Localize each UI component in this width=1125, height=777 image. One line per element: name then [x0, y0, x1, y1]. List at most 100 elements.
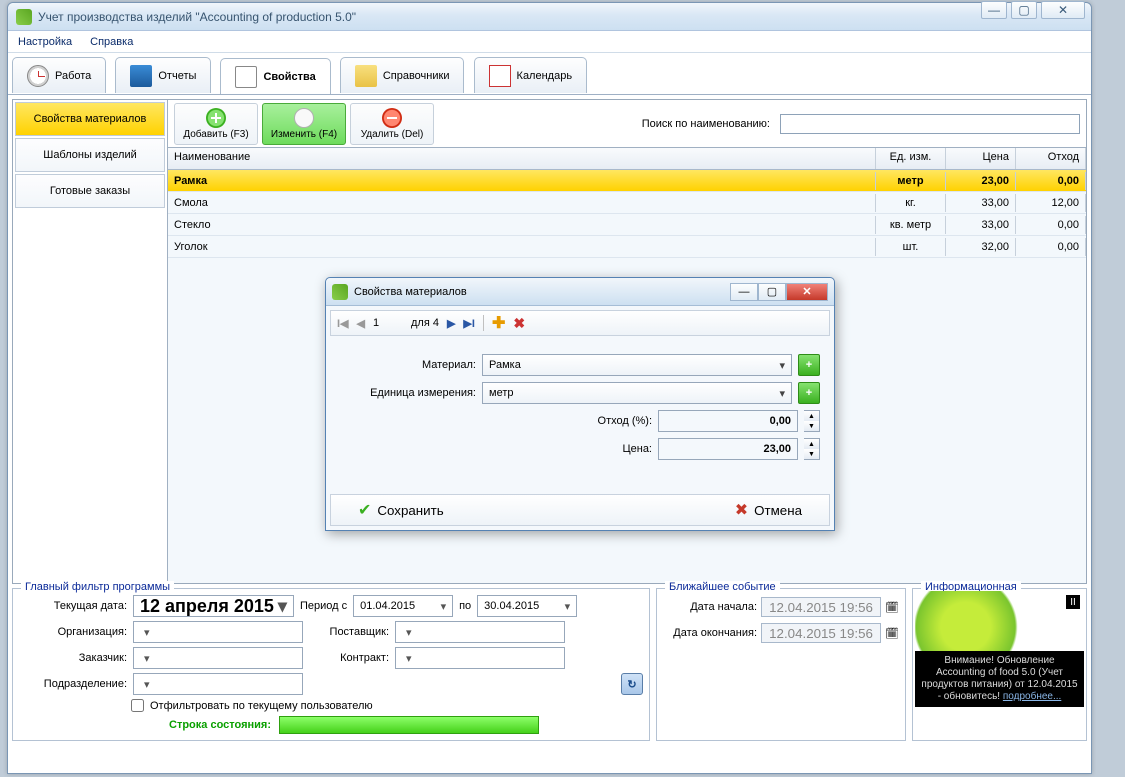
calendar-icon[interactable]: 🗓: [885, 601, 899, 614]
price-input[interactable]: 23,00: [658, 438, 798, 460]
sidebar-item-orders[interactable]: Готовые заказы: [15, 174, 165, 208]
table-row[interactable]: Стеклокв. метр33,000,00: [168, 214, 1086, 236]
org-label: Организация:: [19, 626, 127, 638]
customer-label: Заказчик:: [19, 652, 127, 664]
customer-select[interactable]: [133, 647, 303, 669]
nav-next-button[interactable]: ▶: [447, 317, 455, 330]
col-unit[interactable]: Ед. изм.: [876, 148, 946, 169]
dialog-maximize-button[interactable]: ▢: [758, 283, 786, 301]
table-row[interactable]: Смолакг.33,0012,00: [168, 192, 1086, 214]
date-from-picker[interactable]: 01.04.2015: [353, 595, 453, 617]
pause-button[interactable]: II: [1066, 595, 1080, 609]
supplier-label: Поставщик:: [309, 626, 389, 638]
clock-icon: [27, 65, 49, 87]
search-label: Поиск по наименованию:: [642, 118, 770, 130]
nav-first-button[interactable]: I◀: [337, 317, 349, 330]
refresh-button[interactable]: ↻: [621, 673, 643, 695]
filter-user-label: Отфильтровать по текущему пользователю: [150, 700, 373, 712]
add-button[interactable]: Добавить (F3): [174, 103, 258, 145]
status-bar: [279, 716, 539, 734]
minimize-button[interactable]: —: [981, 1, 1007, 19]
col-price[interactable]: Цена: [946, 148, 1016, 169]
event-end-value: [761, 623, 881, 643]
material-select[interactable]: Рамка: [482, 354, 792, 376]
col-waste[interactable]: Отход: [1016, 148, 1086, 169]
edit-button[interactable]: Изменить (F4): [262, 103, 346, 145]
supplier-select[interactable]: [395, 621, 565, 643]
current-date-picker[interactable]: 12 апреля 2015: [133, 595, 294, 617]
event-panel: Ближайшее событие Дата начала:🗓 Дата око…: [656, 588, 906, 741]
contract-select[interactable]: [395, 647, 565, 669]
titlebar[interactable]: Учет производства изделий "Accounting of…: [8, 3, 1091, 31]
material-label: Материал:: [340, 359, 476, 371]
nav-add-button[interactable]: ✚: [492, 313, 505, 333]
contract-label: Контракт:: [309, 652, 389, 664]
filter-panel: Главный фильтр программы Текущая дата: 1…: [12, 588, 650, 741]
app-icon: [332, 284, 348, 300]
add-material-button[interactable]: +: [798, 354, 820, 376]
dialog-close-button[interactable]: ✕: [786, 283, 828, 301]
event-start-label: Дата начала:: [663, 601, 757, 613]
reports-icon: [130, 65, 152, 87]
dialog-navigator: I◀ ◀ 1 для 4 ▶ ▶I ✚ ✖: [330, 310, 830, 336]
sidebar: Свойства материалов Шаблоны изделий Гото…: [13, 100, 168, 583]
to-label: по: [459, 600, 471, 612]
app-icon: [16, 9, 32, 25]
col-name[interactable]: Наименование: [168, 148, 876, 169]
close-button[interactable]: ✕: [1041, 1, 1085, 19]
price-spinner[interactable]: ▲▼: [804, 438, 820, 460]
save-button[interactable]: ✔Сохранить: [343, 498, 459, 522]
nav-last-button[interactable]: ▶I: [463, 317, 475, 330]
info-image: II: [915, 591, 1084, 651]
table-row[interactable]: Рамкаметр23,000,00: [168, 170, 1086, 192]
waste-spinner[interactable]: ▲▼: [804, 410, 820, 432]
waste-input[interactable]: 0,00: [658, 410, 798, 432]
window-title: Учет производства изделий "Accounting of…: [38, 10, 356, 24]
add-unit-button[interactable]: +: [798, 382, 820, 404]
filter-title: Главный фильтр программы: [21, 581, 174, 593]
calendar-icon[interactable]: 🗓: [885, 627, 899, 640]
maximize-button[interactable]: ▢: [1011, 1, 1037, 19]
tab-work[interactable]: Работа: [12, 57, 106, 93]
dialog-titlebar[interactable]: Свойства материалов — ▢ ✕: [326, 278, 834, 306]
dept-select[interactable]: [133, 673, 303, 695]
nav-total: для 4: [411, 317, 439, 329]
sidebar-item-templates[interactable]: Шаблоны изделий: [15, 138, 165, 172]
properties-icon: [235, 66, 257, 88]
minus-icon: [382, 108, 402, 128]
check-icon: ✔: [358, 500, 371, 520]
references-icon: [355, 65, 377, 87]
event-title: Ближайшее событие: [665, 581, 780, 593]
tab-references[interactable]: Справочники: [340, 57, 465, 93]
plus-icon: [206, 108, 226, 128]
unit-label: Единица измерения:: [340, 387, 476, 399]
tab-properties[interactable]: Свойства: [220, 58, 330, 94]
menu-settings[interactable]: Настройка: [18, 36, 72, 48]
sidebar-item-materials[interactable]: Свойства материалов: [15, 102, 165, 136]
current-date-label: Текущая дата:: [19, 600, 127, 612]
menu-help[interactable]: Справка: [90, 36, 133, 48]
search-input[interactable]: [780, 114, 1080, 134]
event-start-value: [761, 597, 881, 617]
waste-label: Отход (%):: [598, 415, 652, 427]
calendar-icon: [489, 65, 511, 87]
table-row[interactable]: Уголокшт.32,000,00: [168, 236, 1086, 258]
nav-delete-button[interactable]: ✖: [513, 315, 525, 332]
grid-header: Наименование Ед. изм. Цена Отход: [168, 148, 1086, 170]
status-label: Строка состояния:: [169, 719, 271, 731]
org-select[interactable]: [133, 621, 303, 643]
dialog-minimize-button[interactable]: —: [730, 283, 758, 301]
info-panel: Информационная II Внимание! Обновление A…: [912, 588, 1087, 741]
date-to-picker[interactable]: 30.04.2015: [477, 595, 577, 617]
delete-button[interactable]: Удалить (Del): [350, 103, 434, 145]
info-link[interactable]: подробнее...: [1003, 691, 1061, 702]
nav-position: 1: [373, 317, 403, 329]
event-end-label: Дата окончания:: [663, 627, 757, 639]
cancel-button[interactable]: ✖Отмена: [720, 498, 817, 522]
tab-calendar[interactable]: Календарь: [474, 57, 588, 93]
nav-prev-button[interactable]: ◀: [357, 317, 365, 330]
unit-select[interactable]: метр: [482, 382, 792, 404]
tab-reports[interactable]: Отчеты: [115, 57, 211, 93]
filter-user-checkbox[interactable]: [131, 699, 144, 712]
material-dialog: Свойства материалов — ▢ ✕ I◀ ◀ 1 для 4 ▶…: [325, 277, 835, 531]
